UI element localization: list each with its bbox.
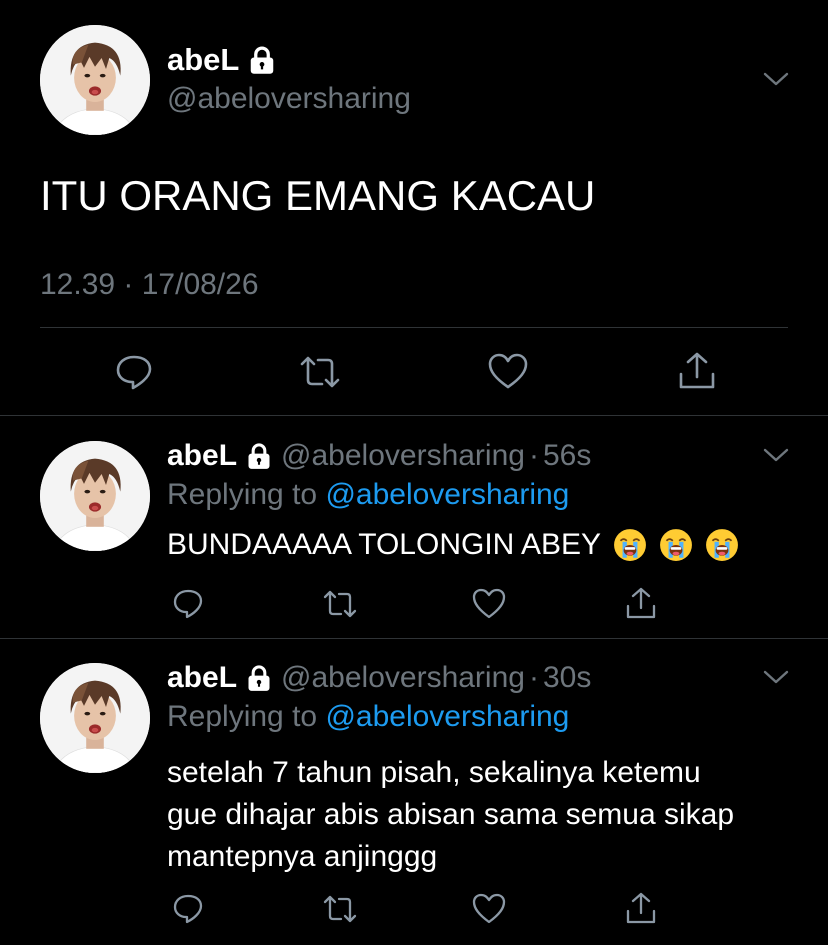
lock-icon — [245, 664, 273, 692]
reply-icon[interactable] — [114, 352, 154, 392]
separator-dot: · — [528, 439, 539, 472]
retweet-icon[interactable] — [298, 352, 342, 392]
display-name[interactable]: abeL — [167, 439, 237, 473]
replying-to-label: Replying to — [167, 700, 318, 733]
author-name-row: abeL — [167, 40, 277, 80]
chevron-down-icon[interactable] — [762, 668, 790, 686]
chevron-down-icon[interactable] — [762, 446, 790, 464]
handle[interactable]: @abeloversharing — [167, 82, 411, 116]
replying-to-handle[interactable]: @abeloversharing — [325, 700, 569, 733]
divider — [0, 415, 828, 416]
reply-text-line: setelah 7 tahun pisah, sekalinya ketemu — [167, 756, 701, 789]
display-name[interactable]: abeL — [167, 661, 237, 695]
display-name[interactable]: abeL — [167, 42, 239, 78]
crying-face-emoji-icon — [613, 528, 647, 562]
reply-body: BUNDAAAAA TOLONGIN ABEY — [167, 528, 602, 561]
divider — [40, 327, 788, 328]
reply-icon[interactable] — [171, 892, 205, 926]
lock-icon — [247, 45, 277, 75]
reply-text: setelah 7 tahun pisah, sekalinya ketemu … — [167, 752, 734, 878]
reply-icon[interactable] — [171, 587, 205, 621]
replying-to-line: Replying to @abeloversharing — [167, 478, 569, 512]
reply-text-line: mantepnya anjinggg — [167, 840, 438, 873]
retweet-icon[interactable] — [321, 587, 359, 621]
tweet-text: ITU ORANG EMANG KACAU — [40, 172, 596, 219]
crying-face-emoji-icon — [705, 528, 739, 562]
share-icon[interactable] — [623, 585, 659, 621]
separator-dot: · — [528, 661, 539, 694]
handle[interactable]: @abeloversharing — [281, 661, 525, 695]
avatar[interactable] — [40, 441, 150, 551]
crying-face-emoji-icon — [659, 528, 693, 562]
handle[interactable]: @abeloversharing — [281, 439, 525, 473]
like-icon[interactable] — [471, 587, 507, 621]
divider — [0, 638, 828, 639]
replying-to-line: Replying to @abeloversharing — [167, 700, 569, 734]
like-icon[interactable] — [487, 352, 529, 392]
retweet-icon[interactable] — [321, 892, 359, 926]
lock-icon — [245, 442, 273, 470]
reply-header: abeL @abeloversharing · 56s — [167, 436, 591, 476]
chevron-down-icon[interactable] — [762, 70, 790, 88]
share-icon[interactable] — [676, 350, 718, 392]
share-icon[interactable] — [623, 890, 659, 926]
reply-text-line: gue dihajar abis abisan sama semua sikap — [167, 798, 734, 831]
like-icon[interactable] — [471, 892, 507, 926]
replying-to-label: Replying to — [167, 478, 318, 511]
timestamp[interactable]: 12.39 · 17/08/26 — [40, 268, 259, 302]
reply-text: BUNDAAAAA TOLONGIN ABEY — [167, 528, 739, 562]
reply-time[interactable]: 56s — [543, 439, 591, 473]
avatar[interactable] — [40, 25, 150, 135]
reply-time[interactable]: 30s — [543, 661, 591, 695]
replying-to-handle[interactable]: @abeloversharing — [325, 478, 569, 511]
avatar[interactable] — [40, 663, 150, 773]
reply-header: abeL @abeloversharing · 30s — [167, 658, 591, 698]
